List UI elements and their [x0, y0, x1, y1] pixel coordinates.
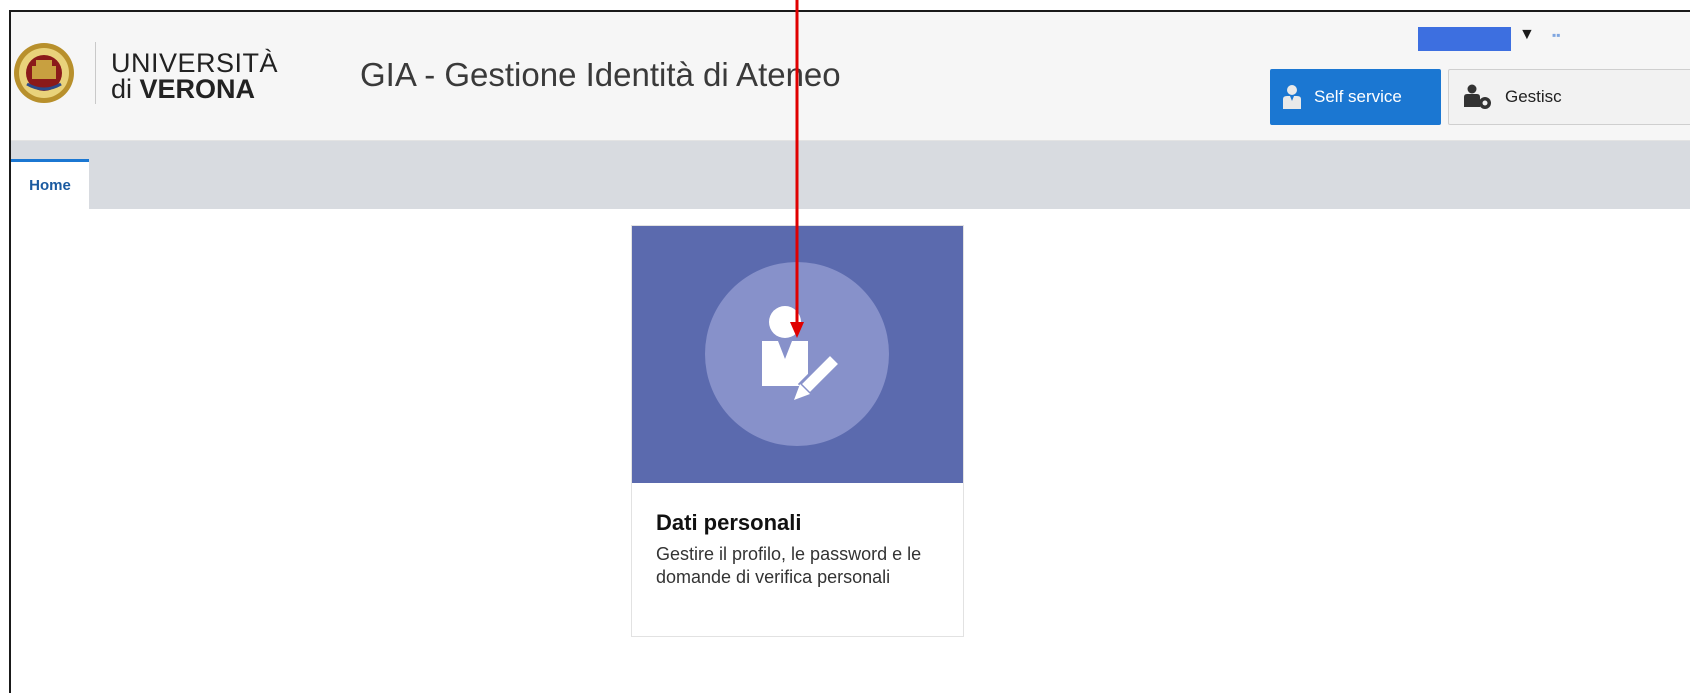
red-arrow — [790, 0, 804, 338]
